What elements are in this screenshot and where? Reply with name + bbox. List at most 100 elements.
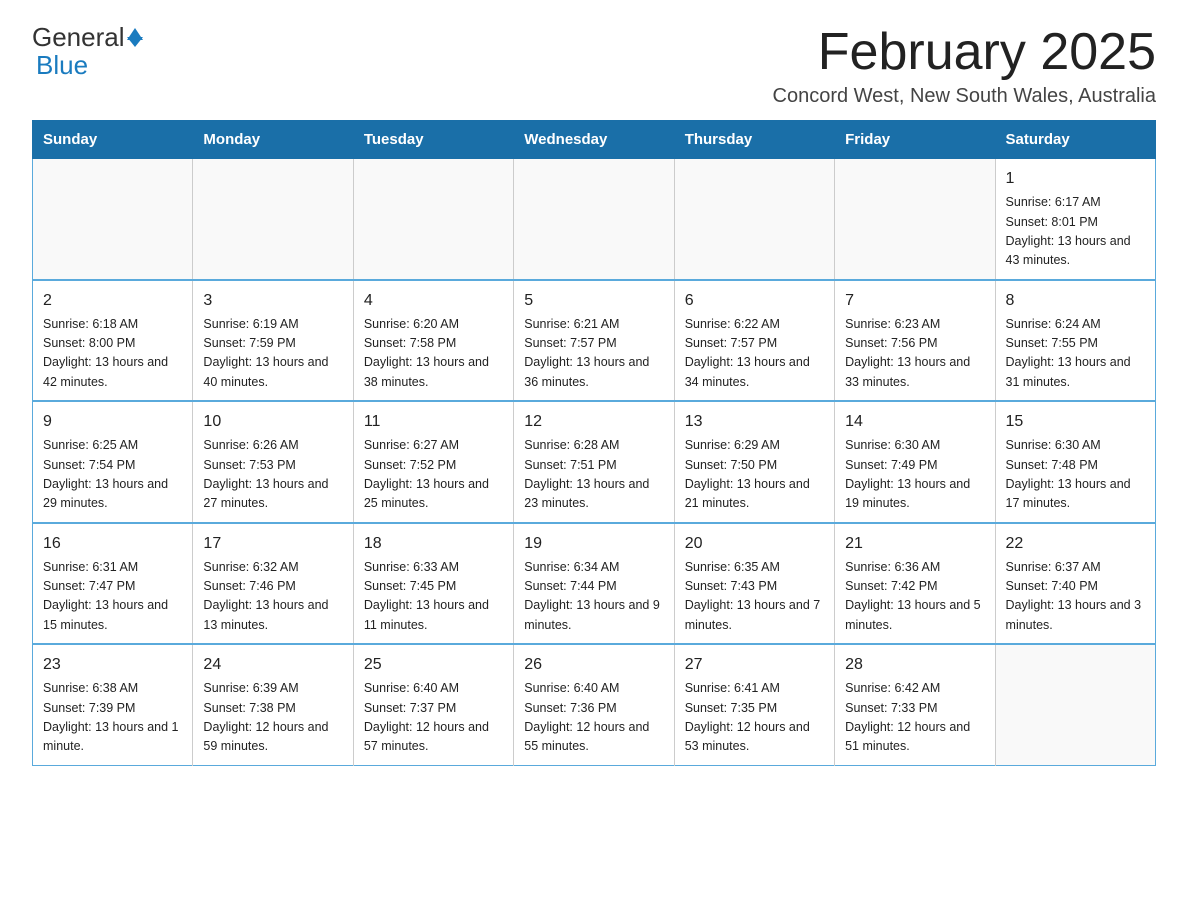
- col-friday: Friday: [835, 121, 995, 159]
- day-number: 19: [524, 532, 663, 556]
- day-number: 15: [1006, 410, 1145, 434]
- day-number: 5: [524, 289, 663, 313]
- calendar-cell: [33, 159, 193, 280]
- col-monday: Monday: [193, 121, 353, 159]
- calendar-cell: 10Sunrise: 6:26 AM Sunset: 7:53 PM Dayli…: [193, 401, 353, 523]
- day-info: Sunrise: 6:24 AM Sunset: 7:55 PM Dayligh…: [1006, 315, 1145, 393]
- day-number: 9: [43, 410, 182, 434]
- day-info: Sunrise: 6:22 AM Sunset: 7:57 PM Dayligh…: [685, 315, 824, 393]
- day-info: Sunrise: 6:30 AM Sunset: 7:49 PM Dayligh…: [845, 436, 984, 514]
- day-info: Sunrise: 6:29 AM Sunset: 7:50 PM Dayligh…: [685, 436, 824, 514]
- calendar-cell: 25Sunrise: 6:40 AM Sunset: 7:37 PM Dayli…: [353, 644, 513, 765]
- day-number: 4: [364, 289, 503, 313]
- calendar-week-row: 2Sunrise: 6:18 AM Sunset: 8:00 PM Daylig…: [33, 280, 1156, 402]
- month-title: February 2025: [773, 24, 1157, 81]
- page-header: General Blue February 2025 Concord West,…: [32, 24, 1156, 108]
- day-number: 23: [43, 653, 182, 677]
- calendar-cell: 5Sunrise: 6:21 AM Sunset: 7:57 PM Daylig…: [514, 280, 674, 402]
- day-info: Sunrise: 6:40 AM Sunset: 7:37 PM Dayligh…: [364, 679, 503, 757]
- calendar-cell: 3Sunrise: 6:19 AM Sunset: 7:59 PM Daylig…: [193, 280, 353, 402]
- day-number: 18: [364, 532, 503, 556]
- calendar-cell: 18Sunrise: 6:33 AM Sunset: 7:45 PM Dayli…: [353, 523, 513, 645]
- calendar-cell: 16Sunrise: 6:31 AM Sunset: 7:47 PM Dayli…: [33, 523, 193, 645]
- day-number: 12: [524, 410, 663, 434]
- day-info: Sunrise: 6:41 AM Sunset: 7:35 PM Dayligh…: [685, 679, 824, 757]
- calendar-cell: 24Sunrise: 6:39 AM Sunset: 7:38 PM Dayli…: [193, 644, 353, 765]
- logo-general-text: General: [32, 24, 125, 50]
- day-info: Sunrise: 6:35 AM Sunset: 7:43 PM Dayligh…: [685, 558, 824, 636]
- day-info: Sunrise: 6:34 AM Sunset: 7:44 PM Dayligh…: [524, 558, 663, 636]
- calendar-cell: 17Sunrise: 6:32 AM Sunset: 7:46 PM Dayli…: [193, 523, 353, 645]
- calendar-week-row: 1Sunrise: 6:17 AM Sunset: 8:01 PM Daylig…: [33, 159, 1156, 280]
- day-number: 28: [845, 653, 984, 677]
- day-number: 27: [685, 653, 824, 677]
- col-tuesday: Tuesday: [353, 121, 513, 159]
- day-info: Sunrise: 6:42 AM Sunset: 7:33 PM Dayligh…: [845, 679, 984, 757]
- day-info: Sunrise: 6:23 AM Sunset: 7:56 PM Dayligh…: [845, 315, 984, 393]
- day-info: Sunrise: 6:18 AM Sunset: 8:00 PM Dayligh…: [43, 315, 182, 393]
- calendar-cell: 11Sunrise: 6:27 AM Sunset: 7:52 PM Dayli…: [353, 401, 513, 523]
- calendar-cell: 8Sunrise: 6:24 AM Sunset: 7:55 PM Daylig…: [995, 280, 1155, 402]
- day-info: Sunrise: 6:31 AM Sunset: 7:47 PM Dayligh…: [43, 558, 182, 636]
- logo: General Blue: [32, 24, 145, 81]
- day-info: Sunrise: 6:17 AM Sunset: 8:01 PM Dayligh…: [1006, 193, 1145, 271]
- day-info: Sunrise: 6:37 AM Sunset: 7:40 PM Dayligh…: [1006, 558, 1145, 636]
- day-info: Sunrise: 6:36 AM Sunset: 7:42 PM Dayligh…: [845, 558, 984, 636]
- day-info: Sunrise: 6:40 AM Sunset: 7:36 PM Dayligh…: [524, 679, 663, 757]
- day-number: 16: [43, 532, 182, 556]
- calendar-table: Sunday Monday Tuesday Wednesday Thursday…: [32, 120, 1156, 766]
- calendar-week-row: 9Sunrise: 6:25 AM Sunset: 7:54 PM Daylig…: [33, 401, 1156, 523]
- day-number: 3: [203, 289, 342, 313]
- day-number: 1: [1006, 167, 1145, 191]
- calendar-cell: 13Sunrise: 6:29 AM Sunset: 7:50 PM Dayli…: [674, 401, 834, 523]
- day-number: 14: [845, 410, 984, 434]
- calendar-cell: 26Sunrise: 6:40 AM Sunset: 7:36 PM Dayli…: [514, 644, 674, 765]
- day-number: 10: [203, 410, 342, 434]
- day-info: Sunrise: 6:27 AM Sunset: 7:52 PM Dayligh…: [364, 436, 503, 514]
- calendar-cell: 21Sunrise: 6:36 AM Sunset: 7:42 PM Dayli…: [835, 523, 995, 645]
- day-info: Sunrise: 6:25 AM Sunset: 7:54 PM Dayligh…: [43, 436, 182, 514]
- day-info: Sunrise: 6:19 AM Sunset: 7:59 PM Dayligh…: [203, 315, 342, 393]
- calendar-cell: [353, 159, 513, 280]
- calendar-cell: [514, 159, 674, 280]
- col-wednesday: Wednesday: [514, 121, 674, 159]
- day-info: Sunrise: 6:20 AM Sunset: 7:58 PM Dayligh…: [364, 315, 503, 393]
- day-number: 17: [203, 532, 342, 556]
- day-number: 11: [364, 410, 503, 434]
- calendar-cell: [193, 159, 353, 280]
- calendar-cell: 20Sunrise: 6:35 AM Sunset: 7:43 PM Dayli…: [674, 523, 834, 645]
- calendar-week-row: 16Sunrise: 6:31 AM Sunset: 7:47 PM Dayli…: [33, 523, 1156, 645]
- calendar-cell: 27Sunrise: 6:41 AM Sunset: 7:35 PM Dayli…: [674, 644, 834, 765]
- col-saturday: Saturday: [995, 121, 1155, 159]
- day-number: 2: [43, 289, 182, 313]
- day-number: 8: [1006, 289, 1145, 313]
- col-sunday: Sunday: [33, 121, 193, 159]
- title-area: February 2025 Concord West, New South Wa…: [773, 24, 1157, 108]
- col-thursday: Thursday: [674, 121, 834, 159]
- day-info: Sunrise: 6:28 AM Sunset: 7:51 PM Dayligh…: [524, 436, 663, 514]
- calendar-cell: 7Sunrise: 6:23 AM Sunset: 7:56 PM Daylig…: [835, 280, 995, 402]
- calendar-cell: 28Sunrise: 6:42 AM Sunset: 7:33 PM Dayli…: [835, 644, 995, 765]
- day-number: 6: [685, 289, 824, 313]
- location-title: Concord West, New South Wales, Australia: [773, 85, 1157, 108]
- calendar-cell: 4Sunrise: 6:20 AM Sunset: 7:58 PM Daylig…: [353, 280, 513, 402]
- calendar-cell: [674, 159, 834, 280]
- day-number: 22: [1006, 532, 1145, 556]
- calendar-cell: 9Sunrise: 6:25 AM Sunset: 7:54 PM Daylig…: [33, 401, 193, 523]
- calendar-cell: 15Sunrise: 6:30 AM Sunset: 7:48 PM Dayli…: [995, 401, 1155, 523]
- calendar-cell: 12Sunrise: 6:28 AM Sunset: 7:51 PM Dayli…: [514, 401, 674, 523]
- day-info: Sunrise: 6:26 AM Sunset: 7:53 PM Dayligh…: [203, 436, 342, 514]
- calendar-cell: 19Sunrise: 6:34 AM Sunset: 7:44 PM Dayli…: [514, 523, 674, 645]
- calendar-cell: [995, 644, 1155, 765]
- calendar-header-row: Sunday Monday Tuesday Wednesday Thursday…: [33, 121, 1156, 159]
- day-number: 26: [524, 653, 663, 677]
- calendar-cell: 14Sunrise: 6:30 AM Sunset: 7:49 PM Dayli…: [835, 401, 995, 523]
- day-info: Sunrise: 6:39 AM Sunset: 7:38 PM Dayligh…: [203, 679, 342, 757]
- logo-icon: [127, 28, 143, 47]
- calendar-cell: 1Sunrise: 6:17 AM Sunset: 8:01 PM Daylig…: [995, 159, 1155, 280]
- day-info: Sunrise: 6:21 AM Sunset: 7:57 PM Dayligh…: [524, 315, 663, 393]
- day-info: Sunrise: 6:38 AM Sunset: 7:39 PM Dayligh…: [43, 679, 182, 757]
- calendar-cell: 22Sunrise: 6:37 AM Sunset: 7:40 PM Dayli…: [995, 523, 1155, 645]
- day-number: 25: [364, 653, 503, 677]
- day-info: Sunrise: 6:30 AM Sunset: 7:48 PM Dayligh…: [1006, 436, 1145, 514]
